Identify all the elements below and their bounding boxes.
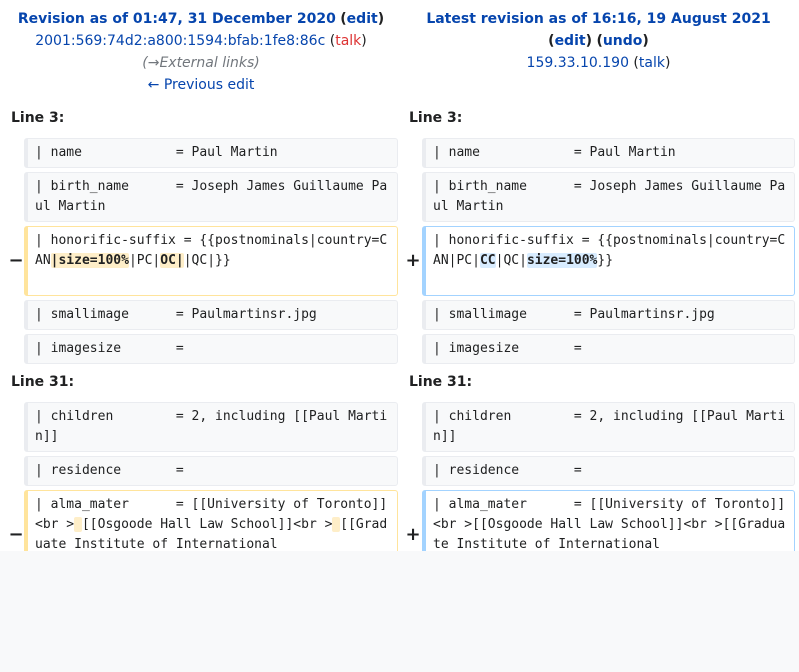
left-revision-title-link[interactable]: Revision as of 01:47, 31 December 2020: [18, 11, 336, 27]
deleted-text: [74, 517, 82, 532]
context-line-right: | smallimage = Paulmartinsr.jpg: [422, 300, 795, 330]
context-line-left: | smallimage = Paulmartinsr.jpg: [24, 300, 398, 330]
unchanged-text: }}: [597, 253, 614, 268]
right-edit-link[interactable]: edit: [555, 33, 586, 49]
left-user-link[interactable]: 2001:569:74d2:a800:1594:bfab:1fe8:86c: [35, 33, 325, 49]
deleted-line: | alma_mater = [[University of Toronto]]…: [24, 490, 398, 551]
unchanged-text: [[Osgoode Hall Law School]]<br >: [81, 517, 333, 532]
line-number-label: Line 31:: [11, 374, 75, 390]
added-line-marker: +: [405, 524, 421, 545]
right-revision-title-link[interactable]: Latest revision as of 16:16, 19 August 2…: [426, 11, 770, 27]
section-arrow-link[interactable]: →: [148, 55, 160, 71]
added-line: | alma_mater = [[University of Toronto]]…: [422, 490, 795, 551]
previous-edit-link[interactable]: ← Previous edit: [148, 77, 255, 93]
left-talk-link[interactable]: talk: [335, 33, 361, 49]
context-line-right: | residence =: [422, 456, 795, 486]
context-line-right: | birth_name = Joseph James Guillaume Pa…: [422, 172, 795, 222]
deleted-line: | honorific-suffix = {{postnominals|coun…: [24, 226, 398, 296]
line-number-label: Line 3:: [11, 110, 65, 126]
unchanged-text: |QC|}}: [183, 253, 231, 268]
added-text: CC: [479, 253, 496, 268]
right-talk-link[interactable]: talk: [639, 55, 665, 71]
context-line-right: | name = Paul Martin: [422, 138, 795, 168]
edit-summary-text: External links: [159, 55, 255, 71]
context-line-right: | imagesize =: [422, 334, 795, 364]
context-line-left: | imagesize =: [24, 334, 398, 364]
left-edit-summary: (→External links): [142, 55, 260, 71]
added-line: | honorific-suffix = {{postnominals|coun…: [422, 226, 795, 296]
left-edit-link[interactable]: edit: [347, 11, 378, 27]
diff-view: Revision as of 01:47, 31 December 2020 (…: [0, 0, 799, 551]
context-line-left: | children = 2, including [[Paul Martin]…: [24, 402, 398, 452]
line-number-label: Line 31:: [409, 374, 473, 390]
deleted-text: |size=100%: [50, 253, 129, 268]
context-line-right: | children = 2, including [[Paul Martin]…: [422, 402, 795, 452]
context-line-left: | name = Paul Martin: [24, 138, 398, 168]
deleted-line-marker: −: [8, 524, 24, 545]
context-line-left: | residence =: [24, 456, 398, 486]
right-user-link[interactable]: 159.33.10.190: [527, 55, 629, 71]
undo-link[interactable]: undo: [603, 33, 643, 49]
left-revision-header: Revision as of 01:47, 31 December 2020 (…: [0, 8, 402, 96]
deleted-line-marker: −: [8, 250, 24, 271]
deleted-text: OC|: [160, 253, 184, 268]
line-number-label: Line 3:: [409, 110, 463, 126]
right-revision-header: Latest revision as of 16:16, 19 August 2…: [426, 11, 771, 71]
added-text: size=100%: [526, 253, 598, 268]
unchanged-text: |PC|: [128, 253, 161, 268]
added-line-marker: +: [405, 250, 421, 271]
context-line-left: | birth_name = Joseph James Guillaume Pa…: [24, 172, 398, 222]
unchanged-text: |QC|: [495, 253, 527, 268]
